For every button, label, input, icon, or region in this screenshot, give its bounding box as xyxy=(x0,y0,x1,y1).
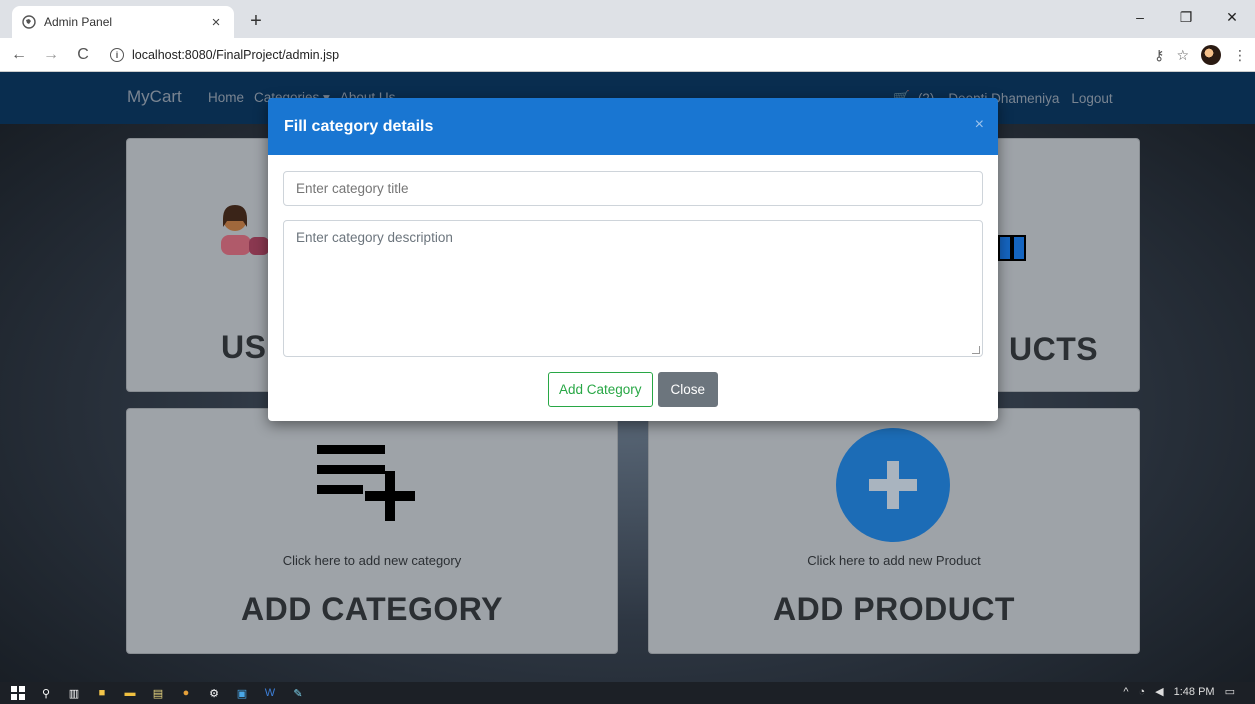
file-explorer-icon[interactable]: ▬ xyxy=(122,685,138,701)
globe-icon xyxy=(22,15,36,29)
users-icon xyxy=(215,197,275,257)
modal-header: Fill category details × xyxy=(268,98,998,155)
category-description-textarea[interactable]: Enter category description xyxy=(283,220,983,357)
forward-arrow-icon[interactable]: → xyxy=(38,42,64,68)
close-modal-button[interactable]: Close xyxy=(657,372,719,407)
menu-dots-icon[interactable]: ⋮ xyxy=(1233,47,1247,64)
products-icon xyxy=(997,233,1047,263)
system-tray: ^ ◔ ◀ 1:48 PM ▭ xyxy=(1123,685,1235,699)
url-field[interactable]: i localhost:8080/FinalProject/admin.jsp xyxy=(110,43,1155,67)
brand-logo[interactable]: MyCart xyxy=(127,87,182,107)
app-icon[interactable]: ▣ xyxy=(234,685,250,701)
taskbar-icons: ⚲ ▥ ■ ▬ ▤ ● ⚙ ▣ W ✎ xyxy=(10,685,306,701)
info-icon[interactable]: i xyxy=(110,48,124,62)
new-tab-button[interactable]: + xyxy=(243,8,269,34)
settings-icon[interactable]: ⚙ xyxy=(206,685,222,701)
store-icon[interactable]: ■ xyxy=(94,685,110,701)
tab-title: Admin Panel xyxy=(44,15,113,29)
nav-home[interactable]: Home xyxy=(208,90,244,106)
window-controls: – ❐ ✕ xyxy=(1117,0,1255,34)
close-window-icon[interactable]: ✕ xyxy=(1209,0,1255,34)
chrome-icon[interactable]: ● xyxy=(178,685,194,701)
add-category-button[interactable]: Add Category xyxy=(547,372,653,407)
logout-link[interactable]: Logout xyxy=(1071,91,1112,106)
products-title: UCTS xyxy=(1009,331,1099,367)
star-icon[interactable]: ☆ xyxy=(1176,47,1189,64)
modal-close-icon[interactable]: × xyxy=(975,116,984,134)
word-icon[interactable]: W xyxy=(262,685,278,701)
address-bar: ← → C i localhost:8080/FinalProject/admi… xyxy=(0,38,1255,72)
task-view-icon[interactable]: ▥ xyxy=(66,685,82,701)
browser-tab-strip: Admin Panel × + – ❐ ✕ xyxy=(0,0,1255,38)
modal-footer: Add Category Close xyxy=(268,372,998,407)
browser-tab[interactable]: Admin Panel × xyxy=(12,6,234,38)
add-category-card[interactable]: Click here to add new category ADD CATEG… xyxy=(126,408,618,654)
add-category-subtitle: Click here to add new category xyxy=(282,553,462,568)
plus-circle-icon xyxy=(835,427,951,543)
add-category-title: ADD CATEGORY xyxy=(241,591,503,627)
description-placeholder: Enter category description xyxy=(296,230,453,245)
os-taskbar: ⚲ ▥ ■ ▬ ▤ ● ⚙ ▣ W ✎ ^ ◔ ◀ 1:48 PM ▭ xyxy=(0,682,1255,704)
modal-title: Fill category details xyxy=(284,117,434,135)
add-product-subtitle: Click here to add new Product xyxy=(807,553,981,568)
page-viewport: MyCart Home Categories ▾ About Us 🛒 (2) … xyxy=(0,72,1255,682)
key-icon[interactable]: ⚷ xyxy=(1154,47,1164,64)
notepad-icon[interactable]: ▤ xyxy=(150,685,166,701)
profile-avatar[interactable] xyxy=(1201,45,1221,65)
url-text: localhost:8080/FinalProject/admin.jsp xyxy=(132,48,340,62)
clock[interactable]: 1:48 PM xyxy=(1174,686,1215,698)
address-bar-actions: ⚷ ☆ ⋮ xyxy=(1154,43,1247,67)
category-title-input[interactable] xyxy=(283,171,983,206)
volume-icon[interactable]: ◀ xyxy=(1155,685,1163,698)
minimize-icon[interactable]: – xyxy=(1117,0,1163,34)
add-list-icon xyxy=(315,441,435,525)
wifi-icon[interactable]: ◔ xyxy=(1139,686,1146,698)
tab-close-icon[interactable]: × xyxy=(208,14,224,31)
resize-grip-icon[interactable] xyxy=(972,346,980,354)
back-arrow-icon[interactable]: ← xyxy=(6,42,32,68)
category-modal: Fill category details × Enter category d… xyxy=(268,98,998,421)
notification-icon[interactable]: ▭ xyxy=(1225,685,1235,698)
users-title: US xyxy=(221,329,267,365)
windows-start-icon[interactable] xyxy=(10,685,26,701)
add-product-card[interactable]: Click here to add new Product ADD PRODUC… xyxy=(648,408,1140,654)
reload-icon[interactable]: C xyxy=(70,42,96,68)
chevron-up-icon[interactable]: ^ xyxy=(1123,686,1128,698)
add-product-title: ADD PRODUCT xyxy=(773,591,1015,627)
search-icon[interactable]: ⚲ xyxy=(38,685,54,701)
paint-icon[interactable]: ✎ xyxy=(290,685,306,701)
restore-icon[interactable]: ❐ xyxy=(1163,0,1209,34)
